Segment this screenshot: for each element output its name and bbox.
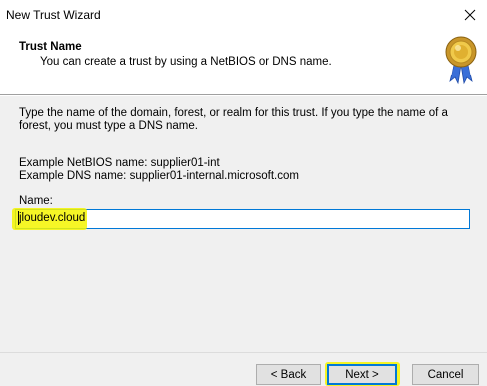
header-divider [0, 94, 487, 96]
close-icon [464, 9, 476, 21]
examples-block: Example NetBIOS name: supplier01-int Exa… [19, 157, 299, 183]
page-title: Trust Name [19, 41, 82, 53]
back-button-label: < Back [270, 368, 307, 381]
window-title: New Trust Wizard [6, 8, 101, 22]
wizard-window: New Trust Wizard Trust Name You can crea… [0, 0, 487, 386]
example-dns: Example DNS name: supplier01-internal.mi… [19, 170, 299, 182]
back-button[interactable]: < Back [256, 364, 321, 385]
wizard-header: Trust Name You can create a trust by usi… [0, 30, 487, 94]
name-label: Name: [19, 195, 53, 207]
next-button-label: Next > [345, 368, 379, 381]
award-medal-icon [445, 36, 477, 85]
cancel-button-label: Cancel [427, 368, 464, 381]
close-button[interactable] [453, 0, 487, 30]
name-input[interactable] [15, 209, 470, 229]
footer-divider [0, 352, 487, 353]
cancel-button[interactable]: Cancel [412, 364, 479, 385]
title-bar: New Trust Wizard [0, 0, 487, 30]
example-netbios: Example NetBIOS name: supplier01-int [19, 157, 220, 169]
page-subtitle: You can create a trust by using a NetBIO… [40, 56, 332, 68]
next-button[interactable]: Next > [327, 364, 397, 385]
text-caret [18, 211, 19, 225]
instructions-text: Type the name of the domain, forest, or … [19, 107, 448, 132]
